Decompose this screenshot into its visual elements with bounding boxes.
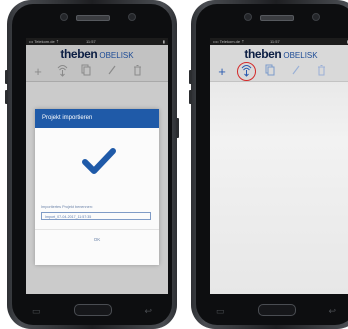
pencil-icon[interactable]: [104, 62, 120, 81]
status-carrier: •••• Telekom.de ⇡: [213, 39, 245, 44]
status-time: 11:57: [270, 39, 280, 44]
checkmark-icon: [82, 148, 116, 174]
recent-apps-key[interactable]: ▭: [32, 306, 41, 316]
front-camera: [312, 13, 320, 21]
front-camera: [128, 13, 136, 21]
ok-button[interactable]: OK: [35, 237, 159, 242]
app-logo: theben: [60, 47, 98, 61]
dialog-divider: [35, 229, 159, 230]
screen: •••• Telekom.de ⇡ 11:57 ▮ theben OBELISK …: [210, 38, 348, 294]
recent-apps-key[interactable]: ▭: [216, 306, 225, 316]
import-dialog: Projekt importieren Importiertes Projekt…: [35, 109, 159, 265]
add-icon[interactable]: +: [30, 62, 46, 81]
screen: ••• Telekom.de ⇡ 11:57 ▮ theben OBELISK +: [26, 38, 168, 294]
battery-icon: ▮: [162, 39, 165, 44]
status-time: 11:57: [86, 39, 96, 44]
back-key[interactable]: ↩: [144, 306, 152, 316]
phone-bezel: •••• Telekom.de ⇡ 11:57 ▮ theben OBELISK …: [196, 4, 348, 325]
power-button: [176, 118, 179, 138]
phone-bezel: ••• Telekom.de ⇡ 11:57 ▮ theben OBELISK +: [12, 4, 172, 325]
status-bar: •••• Telekom.de ⇡ 11:57 ▮: [210, 38, 348, 45]
app-logo-sub: OBELISK: [283, 51, 318, 60]
copy-icon[interactable]: [78, 62, 94, 81]
toolbar: +: [210, 62, 348, 82]
pencil-icon[interactable]: [288, 62, 304, 81]
volume-down-button: [5, 90, 8, 104]
project-name-input[interactable]: Import_07-04-2017_11:57:35: [41, 212, 151, 220]
dialog-title: Projekt importieren: [35, 109, 159, 128]
status-bar: ••• Telekom.de ⇡ 11:57 ▮: [26, 38, 168, 45]
import-icon[interactable]: [238, 62, 254, 81]
copy-icon[interactable]: [262, 62, 278, 81]
volume-up-button: [189, 70, 192, 84]
phone-left: ••• Telekom.de ⇡ 11:57 ▮ theben OBELISK +: [5, 0, 179, 329]
speaker-grille: [76, 15, 110, 21]
import-icon[interactable]: [54, 62, 70, 81]
home-button[interactable]: [74, 304, 112, 316]
status-carrier: ••• Telekom.de ⇡: [29, 39, 60, 44]
project-name-label: Importiertes Projekt benennen:: [41, 205, 93, 209]
toolbar: +: [26, 62, 168, 82]
trash-icon[interactable]: [129, 62, 145, 81]
sensor-dot: [244, 13, 252, 21]
app-header: theben OBELISK: [26, 45, 168, 62]
trash-icon[interactable]: [313, 62, 329, 81]
add-icon[interactable]: +: [214, 62, 230, 81]
volume-down-button: [189, 90, 192, 104]
sensor-dot: [60, 13, 68, 21]
back-key[interactable]: ↩: [328, 306, 336, 316]
speaker-grille: [260, 15, 294, 21]
app-logo: theben: [244, 47, 282, 61]
phone-right: •••• Telekom.de ⇡ 11:57 ▮ theben OBELISK …: [189, 0, 348, 329]
home-button[interactable]: [258, 304, 296, 316]
volume-up-button: [5, 70, 8, 84]
app-logo-sub: OBELISK: [99, 51, 134, 60]
app-header: theben OBELISK: [210, 45, 348, 62]
